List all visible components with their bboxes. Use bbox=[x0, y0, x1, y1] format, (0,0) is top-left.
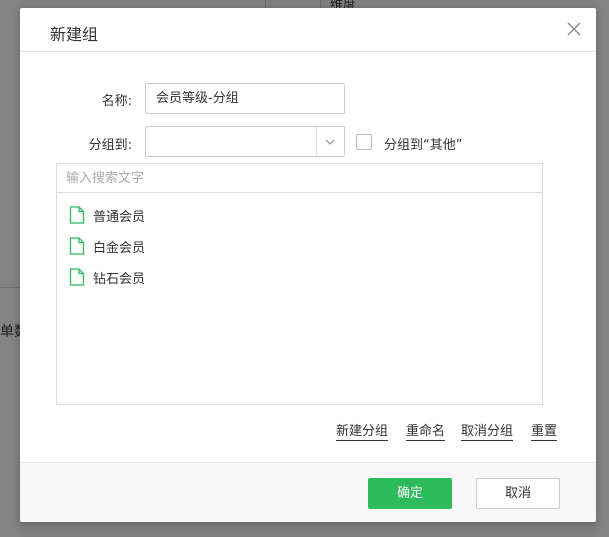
file-icon bbox=[69, 206, 85, 224]
background-left-panel bbox=[0, 0, 20, 537]
group-to-other-label: 分组到“其他” bbox=[384, 138, 463, 153]
new-subgroup-link[interactable]: 新建分组 bbox=[336, 420, 389, 441]
name-input[interactable]: 会员等级-分组 bbox=[145, 83, 345, 114]
list-item-label: 普通会员 bbox=[93, 209, 146, 225]
chevron-down-icon[interactable] bbox=[324, 136, 336, 148]
group-to-label: 分组到: bbox=[88, 138, 132, 153]
list-item[interactable]: 钻石会员 bbox=[69, 265, 145, 289]
rename-link[interactable]: 重命名 bbox=[406, 420, 446, 441]
file-icon bbox=[69, 268, 85, 286]
close-icon[interactable] bbox=[566, 21, 582, 37]
name-label: 名称: bbox=[101, 94, 132, 109]
list-item[interactable]: 普通会员 bbox=[69, 203, 145, 227]
list-item[interactable]: 白金会员 bbox=[69, 234, 145, 258]
group-to-select[interactable] bbox=[145, 126, 345, 157]
confirm-button[interactable]: 确定 bbox=[368, 478, 452, 509]
reset-link[interactable]: 重置 bbox=[531, 420, 558, 441]
file-icon bbox=[69, 237, 85, 255]
list-item-label: 钻石会员 bbox=[93, 271, 146, 287]
list-item-label: 白金会员 bbox=[93, 240, 146, 256]
select-divider bbox=[316, 127, 317, 156]
search-input[interactable]: 输入搜索文字 bbox=[57, 164, 542, 193]
background-divider bbox=[0, 287, 20, 288]
cancel-button[interactable]: 取消 bbox=[476, 478, 560, 509]
group-to-other-checkbox[interactable] bbox=[356, 134, 372, 150]
dialog-header: 新建组 bbox=[20, 8, 596, 52]
ungroup-link[interactable]: 取消分组 bbox=[461, 420, 514, 441]
member-list-panel: 输入搜索文字 普通会员 白金会员 钻石会员 bbox=[56, 163, 543, 405]
dialog-footer: 确定 取消 bbox=[20, 462, 596, 522]
new-group-dialog: 新建组 名称: 会员等级-分组 分组到: 分组到“其他” 输入搜索文字 普通会员 bbox=[20, 8, 596, 522]
background-right-panel bbox=[596, 0, 609, 537]
dialog-title: 新建组 bbox=[50, 25, 99, 44]
